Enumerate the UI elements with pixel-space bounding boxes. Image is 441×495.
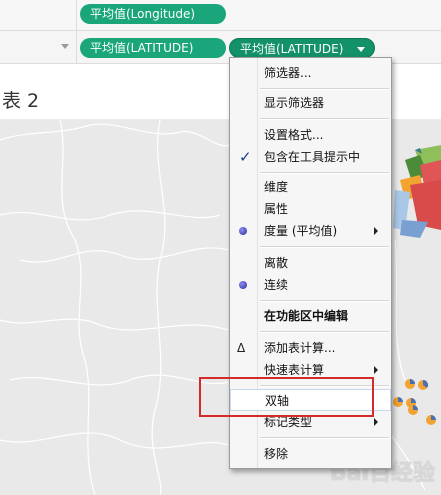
rows-shelf-label — [0, 31, 77, 63]
menu-item-edit-in-shelf[interactable]: 在功能区中编辑 — [230, 305, 391, 327]
highlight-annotation-box — [199, 377, 374, 417]
menu-item-discrete[interactable]: 离散 — [230, 252, 391, 274]
delta-icon: Δ — [237, 341, 246, 355]
pill-avg-longitude[interactable]: 平均值(Longitude) — [80, 4, 226, 24]
chevron-right-icon — [374, 418, 378, 426]
menu-item-label: 设置格式... — [264, 128, 324, 142]
checkmark-icon: ✓ — [239, 148, 252, 166]
menu-item-show-filter[interactable]: 显示筛选器 — [230, 92, 391, 114]
menu-item-label: 连续 — [264, 278, 289, 292]
menu-item-add-table-calc[interactable]: Δ 添加表计算... — [230, 337, 391, 359]
menu-item-dimension[interactable]: 维度 — [230, 176, 391, 198]
menu-separator — [260, 300, 389, 302]
columns-shelf-label — [0, 0, 77, 30]
menu-item-attribute[interactable]: 属性 — [230, 198, 391, 220]
menu-item-label: 维度 — [264, 180, 289, 194]
chevron-right-icon — [374, 366, 378, 374]
menu-separator — [260, 118, 389, 120]
menu-separator — [260, 331, 389, 333]
radio-selected-icon — [239, 281, 247, 289]
menu-item-label: 离散 — [264, 256, 289, 270]
menu-separator — [260, 172, 389, 174]
radio-selected-icon — [239, 227, 247, 235]
menu-item-remove[interactable]: 移除 — [230, 443, 391, 465]
chevron-down-icon[interactable] — [357, 47, 366, 52]
sheet-title: 表 2 — [2, 90, 40, 112]
menu-item-label: 度量 (平均值) — [264, 224, 338, 238]
menu-item-label: 显示筛选器 — [264, 96, 325, 110]
pill-avg-latitude-2-label: 平均值(LATITUDE) — [240, 42, 344, 56]
menu-item-label: 筛选器... — [264, 66, 312, 80]
chevron-down-icon[interactable] — [61, 44, 69, 49]
menu-item-label: 添加表计算... — [264, 341, 336, 355]
menu-item-continuous[interactable]: 连续 — [230, 274, 391, 296]
menu-item-label: 包含在工具提示中 — [264, 150, 361, 164]
menu-separator — [260, 88, 389, 90]
menu-item-label: 移除 — [264, 447, 289, 461]
menu-item-include-in-tooltip[interactable]: ✓ 包含在工具提示中 — [230, 146, 391, 168]
chevron-right-icon — [374, 227, 378, 235]
menu-item-label: 属性 — [264, 202, 289, 216]
menu-item-format[interactable]: 设置格式... — [230, 124, 391, 146]
menu-item-measure-average[interactable]: 度量 (平均值) — [230, 220, 391, 242]
menu-item-label: 在功能区中编辑 — [264, 309, 349, 323]
menu-item-filter[interactable]: 筛选器... — [230, 62, 391, 84]
menu-separator — [260, 246, 389, 248]
menu-separator — [260, 437, 389, 439]
columns-shelf[interactable]: 平均值(Longitude) — [0, 0, 441, 31]
pill-avg-latitude-2[interactable]: 平均值(LATITUDE) — [229, 38, 375, 58]
pill-avg-latitude-1[interactable]: 平均值(LATITUDE) — [80, 38, 226, 58]
